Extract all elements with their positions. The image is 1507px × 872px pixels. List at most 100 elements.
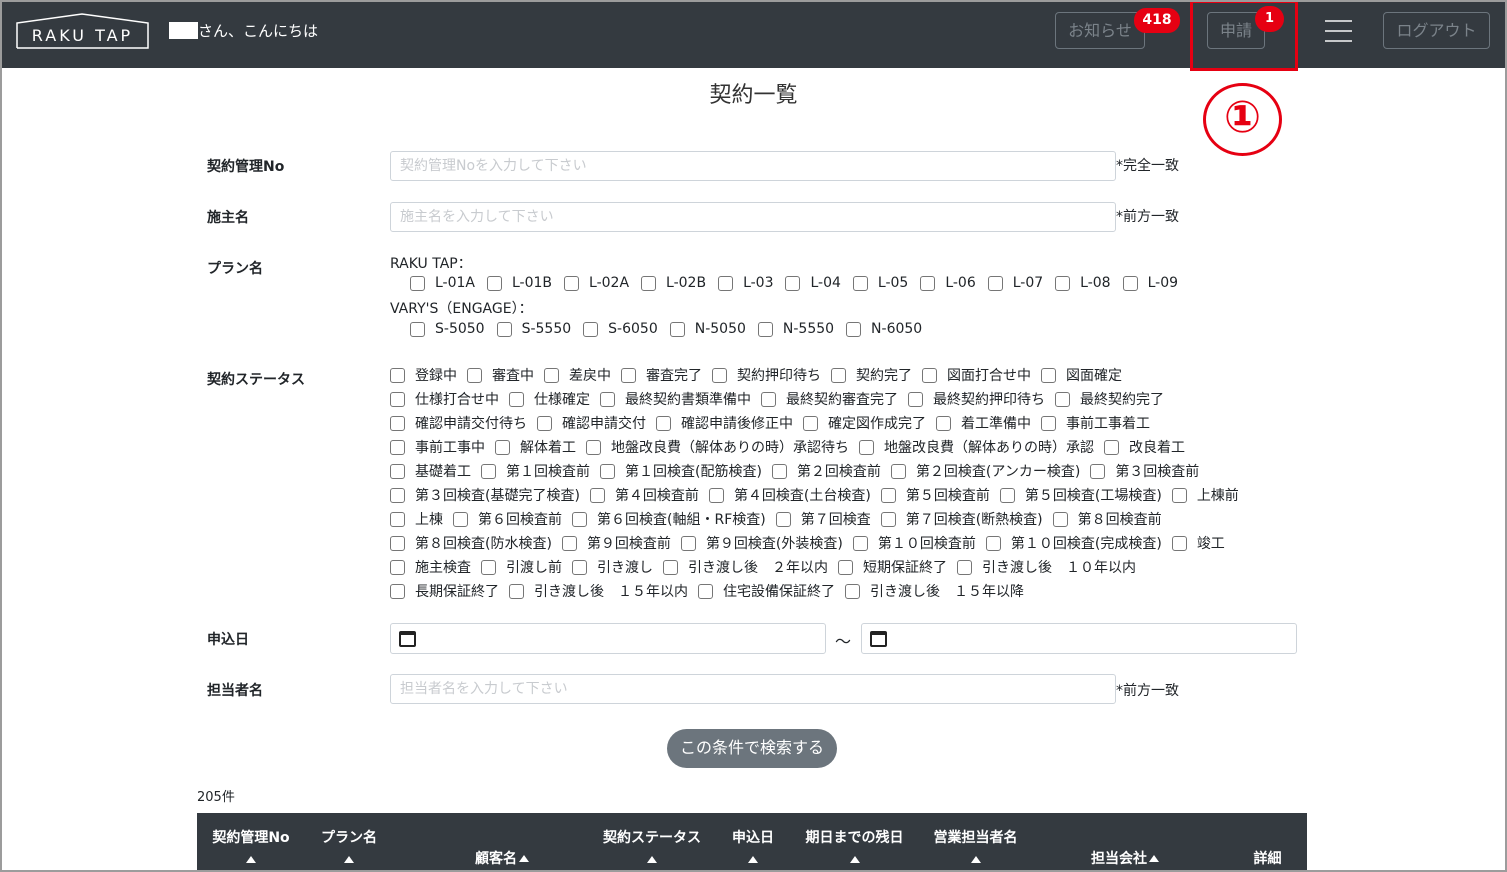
checkbox[interactable] [495,439,510,455]
checkbox-option[interactable]: 仕様確定 [509,389,590,409]
checkbox-option[interactable]: S-6050 [583,321,658,337]
checkbox[interactable] [1122,275,1138,291]
checkbox[interactable] [680,535,696,551]
sort-up-icon[interactable] [748,856,758,863]
checkbox[interactable] [589,487,605,503]
checkbox[interactable] [561,535,577,551]
checkbox-option[interactable]: 第７回検査(断熱検査) [880,509,1043,529]
checkbox-option[interactable]: 第２回検査(アンカー検査) [890,461,1080,481]
checkbox-option[interactable]: 施主検査 [390,557,471,577]
checkbox-option[interactable]: 引き渡し後 １０年以内 [957,557,1136,577]
sort-up-icon[interactable] [970,856,981,863]
checkbox[interactable] [775,511,791,527]
checkbox[interactable] [985,535,1001,551]
checkbox[interactable] [846,321,862,337]
checkbox[interactable] [656,415,671,431]
checkbox-option[interactable]: 第８回検査前 [1052,509,1162,529]
checkbox-option[interactable]: 引き渡し後 ２年以内 [663,557,828,577]
checkbox-option[interactable]: L-04 [785,275,841,291]
hamburger-menu-icon[interactable] [1325,20,1352,42]
checkbox-option[interactable]: 第４回検査前 [589,485,699,505]
checkbox-option[interactable]: 住宅設備保証終了 [698,581,835,601]
checkbox-option[interactable]: L-07 [987,275,1043,291]
checkbox[interactable] [621,367,636,383]
checkbox-option[interactable]: L-03 [718,275,773,291]
checkbox[interactable] [785,275,801,291]
apply-date-from-input[interactable] [390,623,826,654]
checkbox-option[interactable]: 第１０回検査前 [852,533,976,553]
checkbox[interactable] [390,511,405,527]
checkbox[interactable] [390,583,405,599]
calendar-icon[interactable] [399,631,416,647]
column-header-company[interactable]: 担当会社 [1075,848,1175,868]
checkbox-option[interactable]: 登録中 [390,365,457,385]
sort-up-icon[interactable] [344,856,354,863]
checkbox-option[interactable]: 最終契約審査完了 [761,389,898,409]
sort-up-icon[interactable] [849,856,860,863]
checkbox-option[interactable]: 基礎着工 [390,461,471,481]
checkbox[interactable] [390,535,405,551]
checkbox-option[interactable]: 地盤改良費（解体ありの時）承認 [859,437,1094,457]
checkbox[interactable] [880,487,896,503]
checkbox[interactable] [771,463,787,479]
checkbox-option[interactable]: 第７回検査 [775,509,871,529]
checkbox[interactable] [712,367,727,383]
checkbox-option[interactable]: 第２回検査前 [771,461,881,481]
checkbox-option[interactable]: 第３回検査(基礎完了検査) [390,485,580,505]
checkbox[interactable] [572,511,587,527]
checkbox[interactable] [999,487,1015,503]
checkbox[interactable] [600,391,615,407]
checkbox[interactable] [1104,439,1119,455]
checkbox[interactable] [845,583,860,599]
checkbox-option[interactable]: 図面打合せ中 [922,365,1031,385]
checkbox[interactable] [957,559,972,575]
checkbox[interactable] [718,275,734,291]
checkbox-option[interactable]: 最終契約押印待ち [908,389,1045,409]
column-header-contract-no[interactable]: 契約管理No [211,827,291,863]
checkbox-option[interactable]: 最終契約完了 [1055,389,1164,409]
checkbox-option[interactable]: 第４回検査(土台検査) [708,485,871,505]
checkbox-option[interactable]: 事前工事中 [390,437,485,457]
checkbox-option[interactable]: S-5550 [496,321,571,337]
checkbox[interactable] [564,275,580,291]
checkbox-option[interactable]: 第１回検査前 [481,461,590,481]
checkbox-option[interactable]: N-5050 [669,321,746,337]
checkbox[interactable] [390,559,405,575]
checkbox[interactable] [390,415,405,431]
checkbox-option[interactable]: 引渡し前 [481,557,562,577]
checkbox-option[interactable]: 改良着工 [1104,437,1185,457]
owner-input[interactable] [390,202,1116,232]
checkbox-option[interactable]: 第５回検査前 [880,485,990,505]
checkbox-option[interactable]: 竣工 [1171,533,1225,553]
checkbox-option[interactable]: 上棟 [390,509,443,529]
checkbox[interactable] [390,391,405,407]
checkbox-option[interactable]: 短期保証終了 [838,557,947,577]
checkbox[interactable] [922,367,937,383]
column-header-status[interactable]: 契約ステータス [597,827,707,863]
checkbox-option[interactable]: 引き渡し後 １５年以降 [845,581,1024,601]
checkbox-option[interactable]: 第６回検査前 [453,509,562,529]
checkbox[interactable] [586,439,601,455]
checkbox[interactable] [761,391,776,407]
column-header-sales-staff[interactable]: 営業担当者名 [924,827,1027,863]
checkbox-option[interactable]: 第８回検査(防水検査) [390,533,552,553]
checkbox[interactable] [509,391,524,407]
checkbox-option[interactable]: 解体着工 [495,437,576,457]
checkbox-option[interactable]: 地盤改良費（解体ありの時）承認待ち [586,437,849,457]
checkbox[interactable] [1052,511,1068,527]
contract-no-input[interactable] [390,151,1116,181]
column-header-plan[interactable]: プラン名 [309,827,389,863]
checkbox[interactable] [537,415,552,431]
checkbox-option[interactable]: 第３回検査前 [1090,461,1199,481]
checkbox[interactable] [453,511,468,527]
checkbox-option[interactable]: 引き渡し [572,557,653,577]
checkbox[interactable] [803,415,818,431]
staff-input[interactable] [390,674,1116,704]
checkbox-option[interactable]: 確認申請交付待ち [390,413,527,433]
checkbox[interactable] [987,275,1003,291]
checkbox-option[interactable]: L-05 [852,275,908,291]
checkbox[interactable] [481,559,496,575]
checkbox[interactable] [509,583,524,599]
checkbox[interactable] [641,275,657,291]
checkbox-option[interactable]: 審査中 [467,365,534,385]
